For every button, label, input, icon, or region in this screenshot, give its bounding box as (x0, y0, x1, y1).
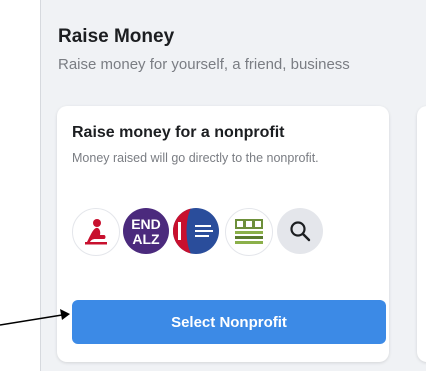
nonprofit-card: Raise money for a nonprofit Money raised… (57, 106, 389, 362)
section-subtitle: Raise money for yourself, a friend, busi… (58, 56, 350, 73)
nonprofit-logo-st-jude[interactable] (72, 208, 120, 256)
sick-kids-logo-icon (235, 219, 263, 244)
card-title: Raise money for a nonprofit (72, 124, 285, 141)
next-card-partial[interactable] (417, 106, 426, 362)
end-alz-line1: END (131, 216, 161, 232)
select-nonprofit-button[interactable]: Select Nonprofit (72, 300, 386, 344)
raise-money-panel: Raise Money Raise money for yourself, a … (40, 0, 426, 371)
search-icon (290, 221, 311, 242)
st-jude-logo-icon (85, 219, 107, 245)
card-description: Money raised will go directly to the non… (72, 151, 319, 165)
nonprofit-logo-sick-kids[interactable] (225, 208, 273, 256)
nonprofit-logo-american-cancer-society[interactable] (173, 208, 219, 254)
search-nonprofit-button[interactable] (277, 208, 323, 254)
nonprofit-logo-end-alz[interactable]: END ALZ (123, 208, 169, 254)
end-alz-logo-icon: END ALZ (131, 216, 161, 247)
american-cancer-society-logo-icon (173, 208, 213, 254)
section-title: Raise Money (58, 26, 175, 47)
end-alz-line2: ALZ (132, 231, 160, 247)
